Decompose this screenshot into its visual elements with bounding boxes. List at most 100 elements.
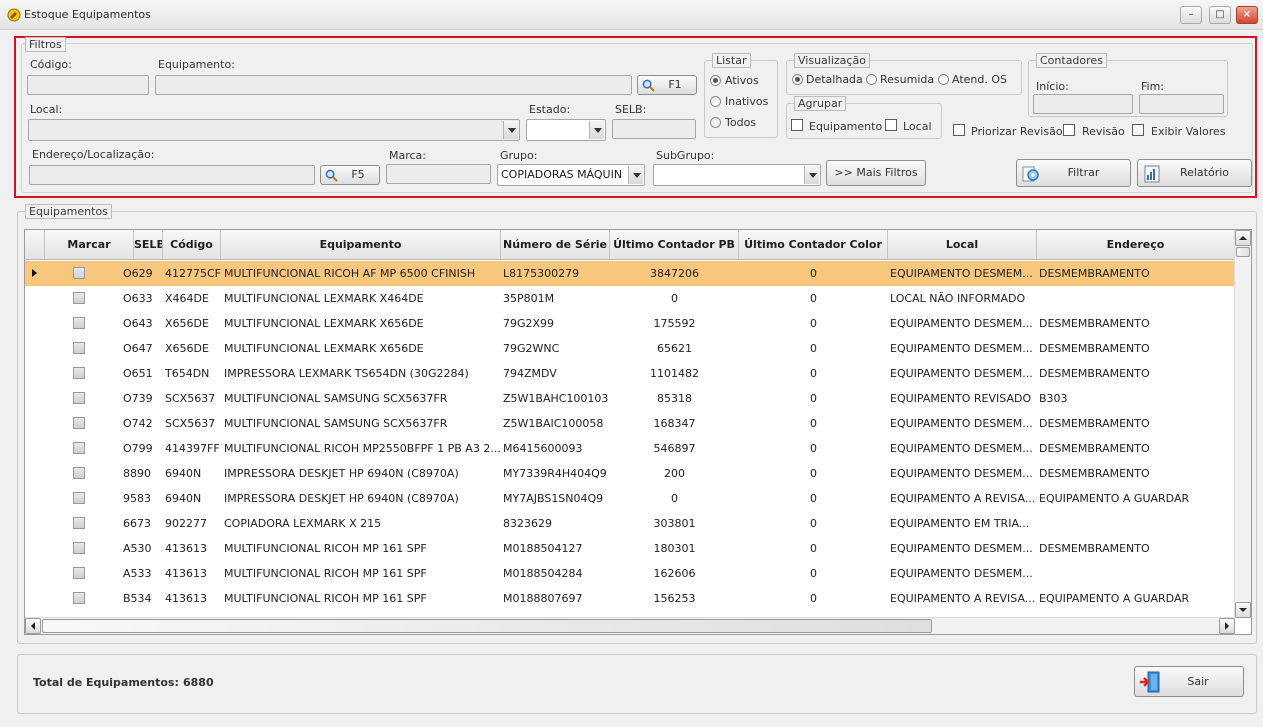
marca-label: Marca: — [389, 149, 427, 162]
cell-endereco: DESMEMBRAMENTO — [1039, 417, 1150, 430]
marca-input[interactable] — [386, 164, 491, 184]
scroll-up-button[interactable] — [1235, 230, 1251, 246]
marcar-checkbox[interactable] — [73, 367, 85, 379]
relatorio-button[interactable]: Relatório — [1137, 159, 1252, 187]
equipamento-input[interactable] — [155, 75, 632, 95]
marcar-checkbox[interactable] — [73, 492, 85, 504]
title-bar: Estoque Equipamentos – □ × — [0, 0, 1263, 30]
scroll-left-button[interactable] — [25, 618, 41, 634]
marcar-checkbox[interactable] — [73, 342, 85, 354]
table-row[interactable]: B534 413613 MULTIFUNCIONAL RICOH MP 161 SP… — [25, 586, 1235, 611]
revisao-checkbox[interactable] — [1063, 124, 1075, 136]
cell-endereco: DESMEMBRAMENTO — [1039, 467, 1150, 480]
vertical-scrollbar[interactable] — [1234, 230, 1251, 618]
col-marcar[interactable]: Marcar — [45, 230, 134, 260]
cell-codigo: SCX5637 — [165, 392, 216, 405]
priorizar-revisao-checkbox[interactable] — [953, 124, 965, 136]
table-row[interactable]: A533 413613 MULTIFUNCIONAL RICOH MP 161 SP… — [25, 561, 1235, 586]
estado-select[interactable] — [526, 119, 606, 141]
selb-input[interactable] — [612, 119, 696, 139]
agrupar-local-checkbox[interactable] — [885, 119, 897, 131]
cell-local: EQUIPAMENTO EM TRIA... — [890, 517, 1030, 530]
cell-numero-serie: MY7339R4H404Q9 — [503, 467, 607, 480]
chevron-down-icon — [589, 121, 604, 139]
cell-numero-serie: 79G2WNC — [503, 342, 560, 355]
close-button[interactable]: × — [1236, 6, 1258, 24]
maximize-button[interactable]: □ — [1209, 6, 1231, 24]
local-select[interactable] — [28, 119, 520, 141]
col-local[interactable]: Local — [888, 230, 1037, 260]
cell-endereco: DESMEMBRAMENTO — [1039, 442, 1150, 455]
resumida-radio[interactable] — [866, 74, 877, 85]
col-numero-serie[interactable]: Número de Série — [501, 230, 610, 260]
chevron-down-icon — [503, 121, 518, 139]
fim-label: Fim: — [1141, 80, 1165, 93]
table-row[interactable]: 9583 6940N IMPRESSORA DESKJET HP 6940N (C8… — [25, 486, 1235, 511]
horizontal-scrollbar[interactable] — [25, 617, 1235, 634]
table-row[interactable]: 8890 6940N IMPRESSORA DESKJET HP 6940N (C8… — [25, 461, 1235, 486]
marcar-checkbox[interactable] — [73, 567, 85, 579]
marcar-checkbox[interactable] — [73, 467, 85, 479]
minimize-button[interactable]: – — [1180, 6, 1202, 24]
report-icon — [1144, 165, 1160, 183]
endereco-input[interactable] — [29, 165, 315, 185]
cell-selb: O799 — [123, 442, 153, 455]
cell-local: LOCAL NÃO INFORMADO — [890, 292, 1026, 305]
detalhada-radio[interactable] — [792, 74, 803, 85]
table-row[interactable]: O739 SCX5637 MULTIFUNCIONAL SAMSUNG SCX563… — [25, 386, 1235, 411]
equipamentos-grid: Marcar SELB Código Equipamento Número de… — [24, 229, 1252, 635]
horizontal-scroll-thumb[interactable] — [42, 619, 932, 633]
marcar-checkbox[interactable] — [73, 517, 85, 529]
vertical-scroll-thumb[interactable] — [1236, 247, 1250, 257]
marcar-checkbox[interactable] — [73, 267, 85, 279]
atend-os-radio[interactable] — [938, 74, 949, 85]
cell-numero-serie: Z5W1BAHC100103 — [503, 392, 609, 405]
marcar-checkbox[interactable] — [73, 592, 85, 604]
table-row[interactable]: O633 X464DE MULTIFUNCIONAL LEXMARK X464DE 3… — [25, 286, 1235, 311]
scroll-right-button[interactable] — [1219, 618, 1235, 634]
inicio-input[interactable] — [1033, 94, 1133, 114]
table-row[interactable]: O799 414397FF MULTIFUNCIONAL RICOH MP2550B… — [25, 436, 1235, 461]
marcar-checkbox[interactable] — [73, 392, 85, 404]
table-row[interactable]: O647 X656DE MULTIFUNCIONAL LEXMARK X656DE 7… — [25, 336, 1235, 361]
cell-contador-color: 0 — [810, 317, 817, 330]
filtrar-button[interactable]: Filtrar — [1016, 159, 1131, 187]
table-row[interactable]: O742 SCX5637 MULTIFUNCIONAL SAMSUNG SCX563… — [25, 411, 1235, 436]
table-row[interactable]: 6673 902277 COPIADORA LEXMARK X 215 8323629… — [25, 511, 1235, 536]
table-row[interactable]: O629 412775CF MULTIFUNCIONAL RICOH AF MP 6… — [25, 261, 1235, 286]
marcar-checkbox[interactable] — [73, 417, 85, 429]
inicio-label: Início: — [1036, 80, 1069, 93]
table-row[interactable]: O643 X656DE MULTIFUNCIONAL LEXMARK X656DE 7… — [25, 311, 1235, 336]
agrupar-equipamento-checkbox[interactable] — [791, 119, 803, 131]
subgrupo-select[interactable] — [653, 164, 821, 186]
col-selb[interactable]: SELB — [134, 230, 163, 260]
exibir-valores-checkbox[interactable] — [1132, 124, 1144, 136]
inativos-radio[interactable] — [710, 96, 721, 107]
f5-search-button[interactable]: F5 — [320, 165, 380, 185]
marcar-checkbox[interactable] — [73, 542, 85, 554]
total-value: 6880 — [183, 676, 214, 689]
grupo-select[interactable]: COPIADORAS MÁQUIN — [497, 164, 645, 186]
cell-selb: O739 — [123, 392, 153, 405]
f1-search-button[interactable]: F1 — [637, 75, 697, 95]
col-equipamento[interactable]: Equipamento — [221, 230, 501, 260]
col-ultimo-contador-pb[interactable]: Último Contador PB — [610, 230, 739, 260]
col-endereco[interactable]: Endereço — [1037, 230, 1235, 260]
mais-filtros-button[interactable]: >> Mais Filtros — [826, 160, 926, 186]
detalhada-label: Detalhada — [806, 73, 863, 86]
codigo-input[interactable] — [27, 75, 149, 95]
table-row[interactable]: A530 413613 MULTIFUNCIONAL RICOH MP 161 SP… — [25, 536, 1235, 561]
scroll-down-button[interactable] — [1235, 602, 1251, 618]
marcar-checkbox[interactable] — [73, 442, 85, 454]
col-ultimo-contador-color[interactable]: Último Contador Color — [739, 230, 888, 260]
marcar-checkbox[interactable] — [73, 317, 85, 329]
col-codigo[interactable]: Código — [163, 230, 221, 260]
todos-radio[interactable] — [710, 117, 721, 128]
cell-contador-color: 0 — [810, 542, 817, 555]
fim-input[interactable] — [1139, 94, 1224, 114]
visualizacao-legend: Visualização — [794, 53, 870, 68]
table-row[interactable]: O651 T654DN IMPRESSORA LEXMARK TS654DN (30… — [25, 361, 1235, 386]
marcar-checkbox[interactable] — [73, 292, 85, 304]
ativos-radio[interactable] — [710, 75, 721, 86]
sair-button[interactable]: Sair — [1134, 666, 1244, 697]
